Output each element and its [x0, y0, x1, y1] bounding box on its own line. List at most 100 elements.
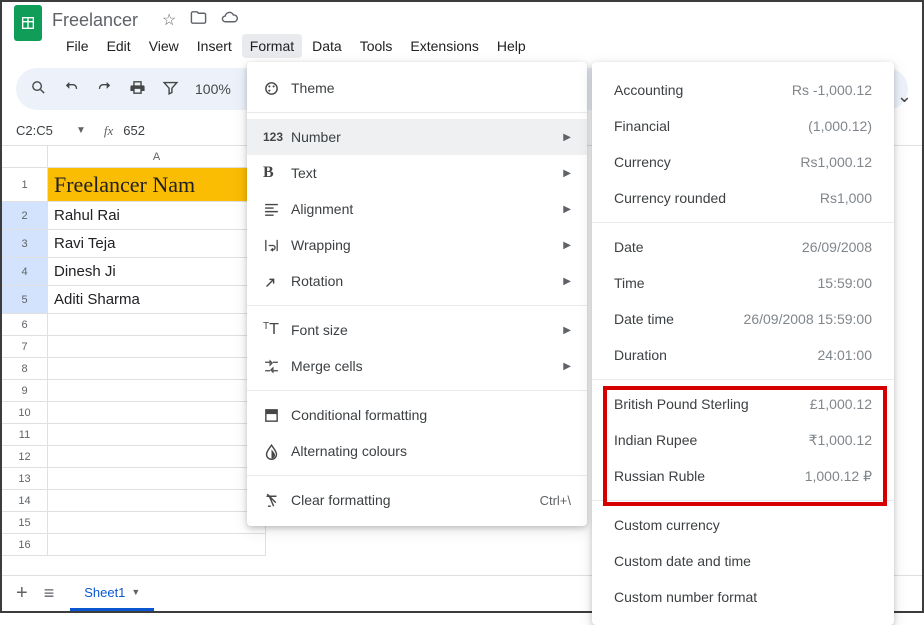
row-header[interactable]: 11 — [2, 424, 48, 446]
menu-item-label: Rotation — [291, 273, 563, 289]
row-header[interactable]: 16 — [2, 534, 48, 556]
number-format-currency[interactable]: CurrencyRs1,000.12 — [592, 144, 894, 180]
number-format-british-pound-sterling[interactable]: British Pound Sterling£1,000.12 — [592, 386, 894, 422]
cell[interactable] — [48, 314, 266, 336]
number-format-custom-date-and-time[interactable]: Custom date and time — [592, 543, 894, 579]
format-menu-theme[interactable]: Theme — [247, 70, 587, 106]
format-menu-font-size[interactable]: TTFont size▶ — [247, 312, 587, 348]
format-menu-rotation[interactable]: Rotation▶ — [247, 263, 587, 299]
format-label: British Pound Sterling — [614, 396, 810, 412]
format-menu-merge-cells[interactable]: Merge cells▶ — [247, 348, 587, 384]
cell[interactable] — [48, 336, 266, 358]
menu-data[interactable]: Data — [304, 34, 350, 58]
submenu-arrow-icon: ▶ — [563, 204, 571, 215]
print-icon[interactable] — [129, 79, 146, 99]
formula-value[interactable]: 652 — [123, 123, 145, 138]
row-header[interactable]: 1 — [2, 168, 48, 202]
row-header[interactable]: 8 — [2, 358, 48, 380]
toolbar-overflow-icon[interactable]: ⌄ — [897, 86, 912, 107]
cell[interactable]: Freelancer Nam — [48, 168, 266, 202]
cell[interactable] — [48, 534, 266, 556]
menu-tools[interactable]: Tools — [352, 34, 401, 58]
format-menu-alignment[interactable]: Alignment▶ — [247, 191, 587, 227]
name-box[interactable]: C2:C5 — [14, 123, 76, 138]
format-menu-alternating-colours[interactable]: Alternating colours — [247, 433, 587, 469]
menu-item-label: Alternating colours — [291, 443, 571, 459]
menu-help[interactable]: Help — [489, 34, 534, 58]
filter-icon[interactable] — [162, 79, 179, 99]
row-header[interactable]: 9 — [2, 380, 48, 402]
cell[interactable] — [48, 490, 266, 512]
wrap-icon — [263, 237, 291, 254]
name-box-caret-icon[interactable]: ▼ — [76, 125, 86, 136]
number-format-custom-number-format[interactable]: Custom number format — [592, 579, 894, 615]
undo-icon[interactable] — [63, 79, 80, 99]
format-menu-text[interactable]: BText▶ — [247, 155, 587, 191]
cell[interactable] — [48, 358, 266, 380]
cell[interactable]: Dinesh Ji — [48, 258, 266, 286]
fx-icon: fx — [104, 123, 113, 139]
cell[interactable] — [48, 512, 266, 534]
number-format-submenu: AccountingRs -1,000.12Financial(1,000.12… — [592, 62, 894, 625]
row-header[interactable]: 7 — [2, 336, 48, 358]
select-all-corner[interactable] — [2, 146, 48, 168]
star-icon[interactable]: ☆ — [162, 10, 176, 30]
cell[interactable] — [48, 446, 266, 468]
number-format-date-time[interactable]: Date time26/09/2008 15:59:00 — [592, 301, 894, 337]
sheet-tab-active[interactable]: Sheet1 ▼ — [70, 577, 154, 611]
document-title[interactable]: Freelancer — [52, 10, 138, 31]
cloud-status-icon[interactable] — [221, 9, 238, 31]
menu-insert[interactable]: Insert — [189, 34, 240, 58]
menu-edit[interactable]: Edit — [99, 34, 139, 58]
menu-file[interactable]: File — [58, 34, 97, 58]
format-menu-wrapping[interactable]: Wrapping▶ — [247, 227, 587, 263]
cell[interactable] — [48, 424, 266, 446]
row-header[interactable]: 10 — [2, 402, 48, 424]
menu-extensions[interactable]: Extensions — [402, 34, 486, 58]
format-example: 24:01:00 — [818, 347, 873, 363]
number-format-financial[interactable]: Financial(1,000.12) — [592, 108, 894, 144]
number-format-time[interactable]: Time15:59:00 — [592, 265, 894, 301]
row-header[interactable]: 3 — [2, 230, 48, 258]
format-menu-conditional-formatting[interactable]: Conditional formatting — [247, 397, 587, 433]
cell[interactable]: Aditi Sharma — [48, 286, 266, 314]
column-header[interactable]: A — [48, 146, 266, 168]
format-menu-number[interactable]: 123Number▶ — [247, 119, 587, 155]
format-example: 1,000.12 ₽ — [805, 468, 872, 485]
row-header[interactable]: 13 — [2, 468, 48, 490]
cell[interactable]: Rahul Rai — [48, 202, 266, 230]
format-menu-clear-formatting[interactable]: Clear formattingCtrl+\ — [247, 482, 587, 518]
row-header[interactable]: 15 — [2, 512, 48, 534]
cell[interactable] — [48, 468, 266, 490]
number-format-indian-rupee[interactable]: Indian Rupee₹1,000.12 — [592, 422, 894, 458]
row-header[interactable]: 6 — [2, 314, 48, 336]
row-header[interactable]: 2 — [2, 202, 48, 230]
menu-view[interactable]: View — [141, 34, 187, 58]
redo-icon[interactable] — [96, 79, 113, 99]
format-example: (1,000.12) — [808, 118, 872, 134]
number-format-russian-ruble[interactable]: Russian Ruble1,000.12 ₽ — [592, 458, 894, 494]
cell[interactable] — [48, 380, 266, 402]
search-icon[interactable] — [30, 79, 47, 99]
number-format-duration[interactable]: Duration24:01:00 — [592, 337, 894, 373]
number-format-accounting[interactable]: AccountingRs -1,000.12 — [592, 72, 894, 108]
move-icon[interactable] — [190, 9, 207, 31]
sheet-tab-caret-icon[interactable]: ▼ — [131, 587, 140, 597]
number-format-currency-rounded[interactable]: Currency roundedRs1,000 — [592, 180, 894, 216]
number-format-date[interactable]: Date26/09/2008 — [592, 229, 894, 265]
row-header[interactable]: 5 — [2, 286, 48, 314]
cell[interactable] — [48, 402, 266, 424]
all-sheets-button[interactable]: ≡ — [44, 583, 55, 604]
row-header[interactable]: 14 — [2, 490, 48, 512]
sheets-app-icon[interactable] — [14, 5, 42, 41]
add-sheet-button[interactable]: + — [16, 582, 28, 605]
merge-icon — [263, 358, 291, 375]
cell[interactable]: Ravi Teja — [48, 230, 266, 258]
format-label: Currency rounded — [614, 190, 820, 206]
row-header[interactable]: 4 — [2, 258, 48, 286]
number-format-custom-currency[interactable]: Custom currency — [592, 507, 894, 543]
row-header[interactable]: 12 — [2, 446, 48, 468]
zoom-level[interactable]: 100% — [195, 81, 231, 97]
menu-format[interactable]: Format — [242, 34, 302, 58]
clear-icon — [263, 492, 291, 509]
